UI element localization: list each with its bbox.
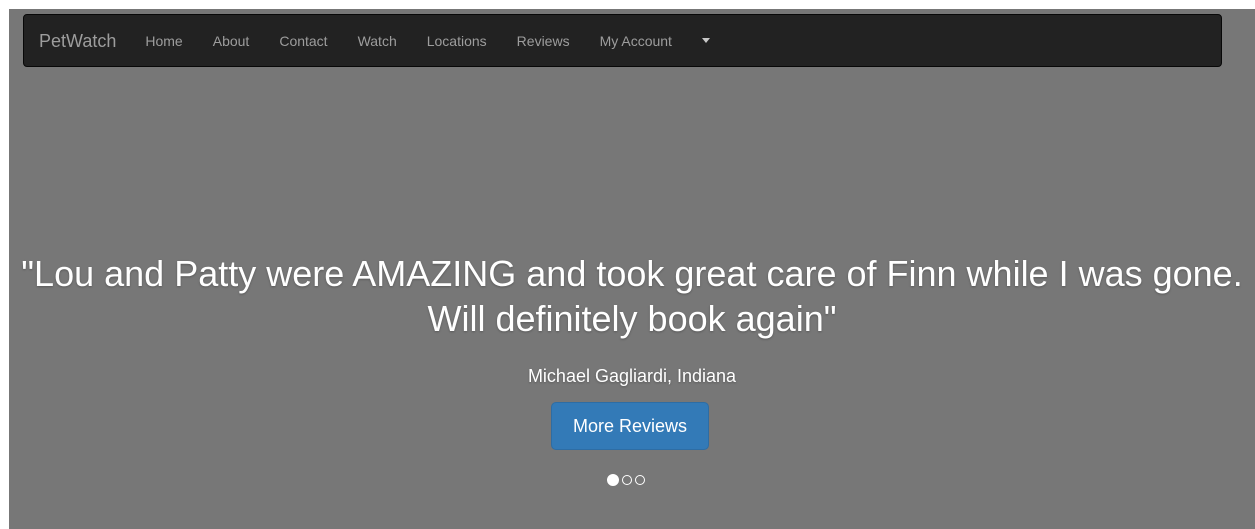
page: PetWatch Home About Contact Watch Locati… (0, 0, 1255, 529)
nav-link-locations[interactable]: Locations (412, 31, 502, 51)
nav-link-reviews[interactable]: Reviews (502, 31, 585, 51)
account-dropdown-toggle[interactable] (687, 25, 725, 57)
nav-item-reviews: Reviews (502, 31, 585, 51)
nav-item-home: Home (132, 31, 197, 51)
nav-link-contact[interactable]: Contact (264, 31, 342, 51)
nav-link-about[interactable]: About (198, 31, 265, 51)
more-reviews-button[interactable]: More Reviews (551, 402, 709, 450)
nav-link-my-account[interactable]: My Account (585, 31, 687, 51)
nav-item-contact: Contact (264, 31, 342, 51)
review-quote: "Lou and Patty were AMAZING and took gre… (21, 253, 1243, 339)
nav-item-locations: Locations (412, 31, 502, 51)
carousel-indicator-1[interactable] (607, 474, 619, 486)
carousel-indicator-2[interactable] (622, 475, 632, 485)
nav-item-my-account: My Account (585, 31, 687, 51)
carousel-indicators (607, 474, 645, 486)
nav-link-watch[interactable]: Watch (343, 31, 412, 51)
top-navbar: PetWatch Home About Contact Watch Locati… (23, 14, 1222, 67)
caret-down-icon (701, 38, 710, 44)
brand-link[interactable]: PetWatch (39, 31, 116, 51)
nav-item-watch: Watch (343, 31, 412, 51)
review-author: Michael Gagliardi, Indiana (527, 366, 737, 386)
nav-menu: Home About Contact Watch Locations Revie… (132, 25, 725, 57)
nav-item-dropdown (687, 25, 725, 57)
nav-item-about: About (198, 31, 265, 51)
nav-link-home[interactable]: Home (132, 31, 197, 51)
carousel-indicator-3[interactable] (635, 475, 645, 485)
